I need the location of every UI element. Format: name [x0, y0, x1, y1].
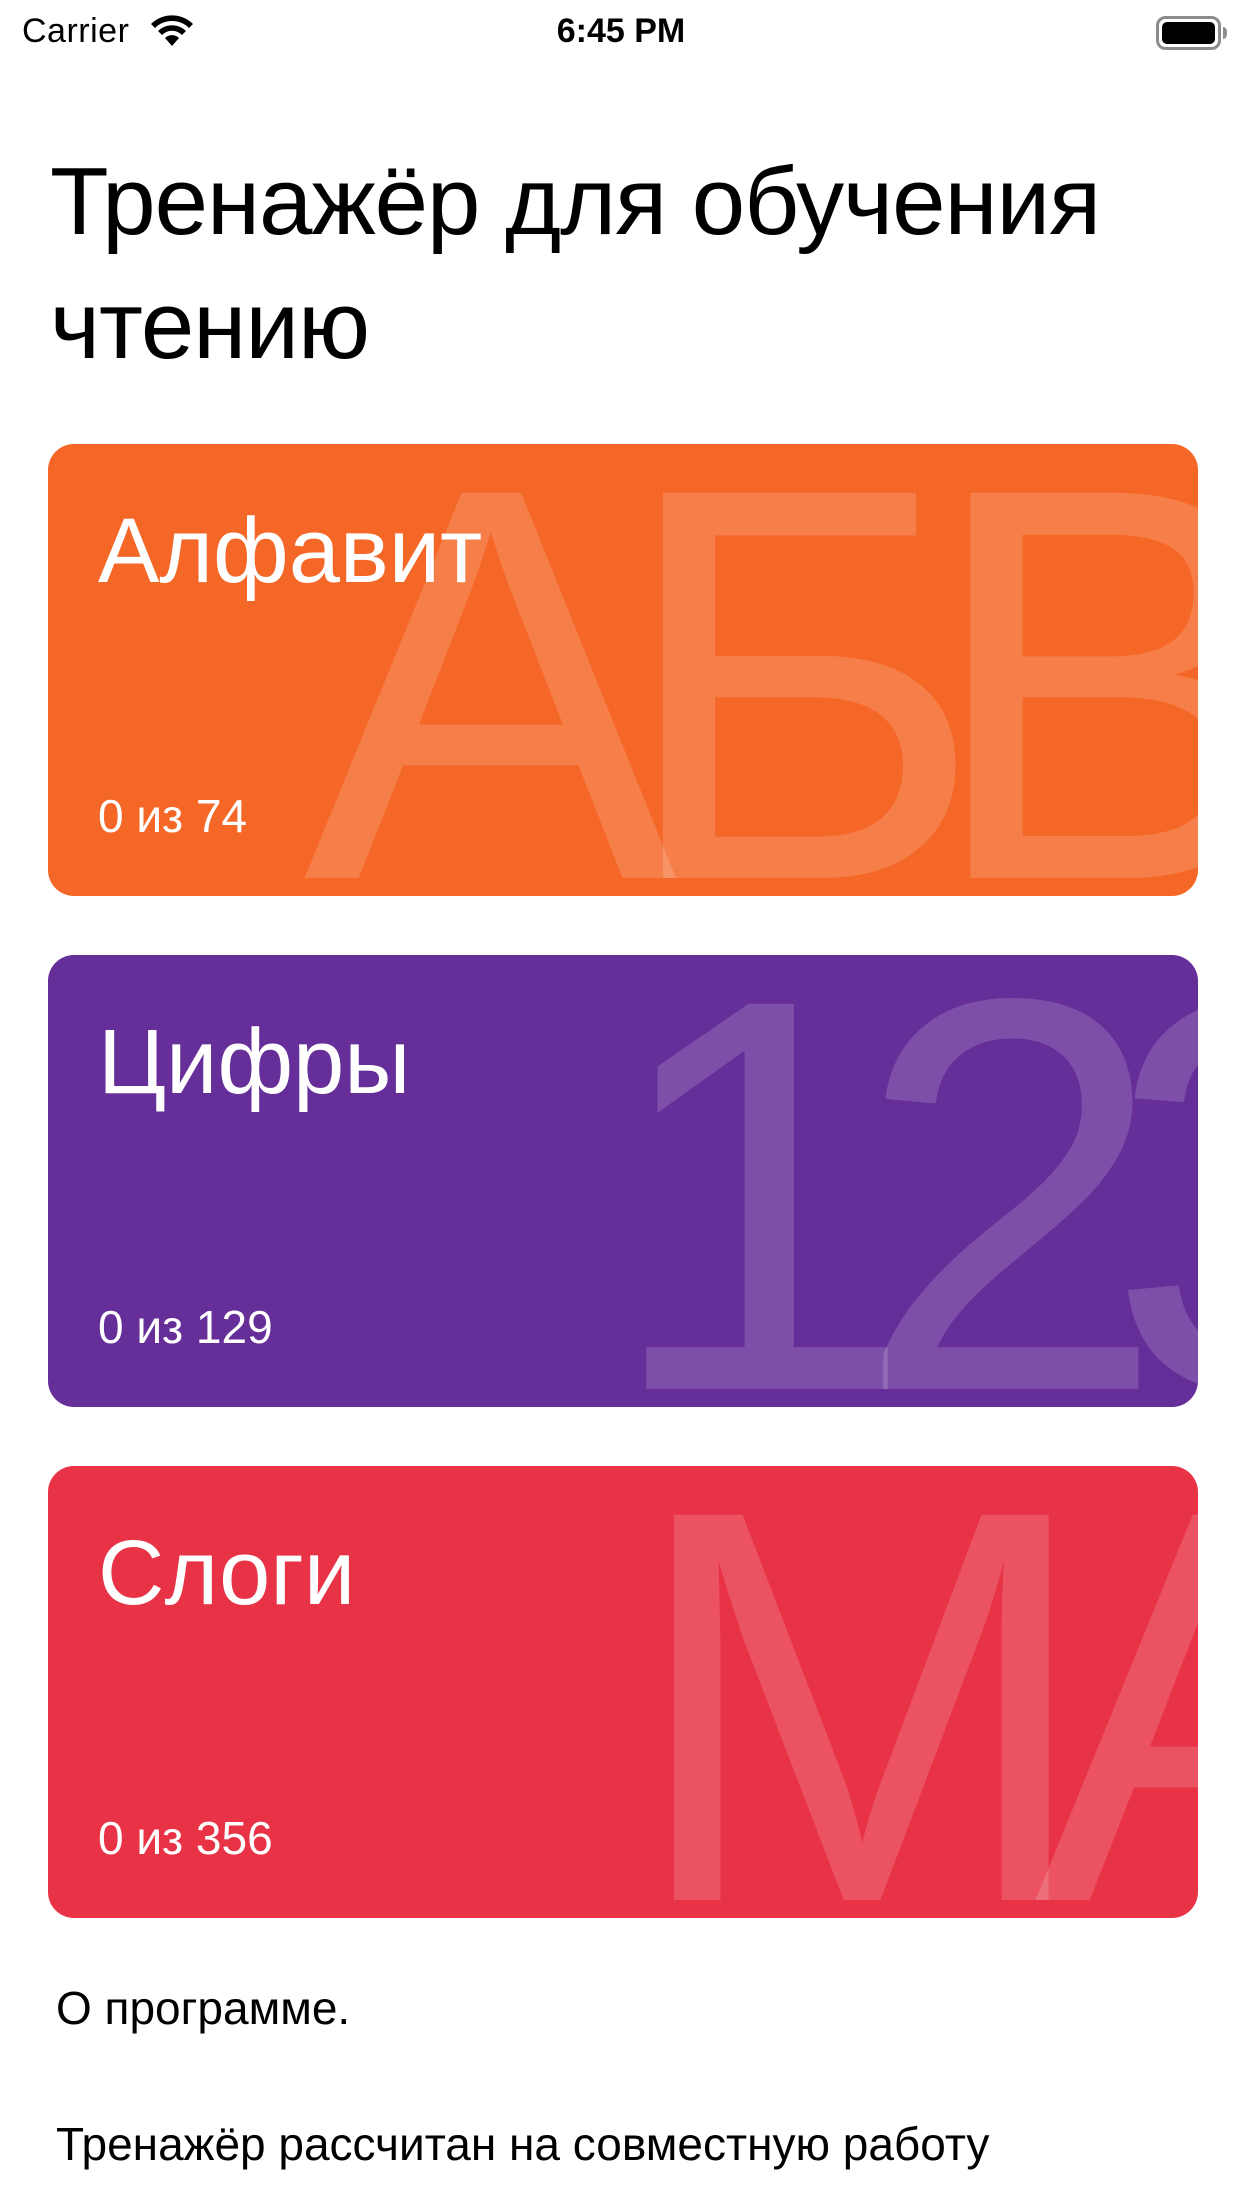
battery-icon: [1156, 16, 1227, 50]
card-digits-background-glyphs: 123: [603, 955, 1198, 1407]
about-text: Тренажёр рассчитан на совместную работу: [56, 2118, 990, 2170]
card-syllables[interactable]: МА Слоги 0 из 356: [48, 1466, 1198, 1918]
card-digits-progress: 0 из 129: [98, 1301, 273, 1353]
card-digits[interactable]: 123 Цифры 0 из 129: [48, 955, 1198, 1407]
card-alphabet-progress: 0 из 74: [98, 790, 248, 842]
card-digits-title: Цифры: [98, 1011, 411, 1113]
status-time: 6:45 PM: [556, 12, 686, 50]
card-syllables-background-glyphs: МА: [628, 1466, 1198, 1918]
card-syllables-progress: 0 из 356: [98, 1812, 273, 1864]
status-bar: Carrier 6:45 PM: [0, 0, 1242, 60]
card-syllables-title: Слоги: [98, 1522, 356, 1624]
card-alphabet[interactable]: АБВ Алфавит 0 из 74: [48, 444, 1198, 896]
about-heading: О программе.: [56, 1982, 351, 2034]
card-alphabet-title: Алфавит: [98, 500, 483, 602]
page-title: Тренажёр для обучения чтению: [50, 148, 1101, 379]
